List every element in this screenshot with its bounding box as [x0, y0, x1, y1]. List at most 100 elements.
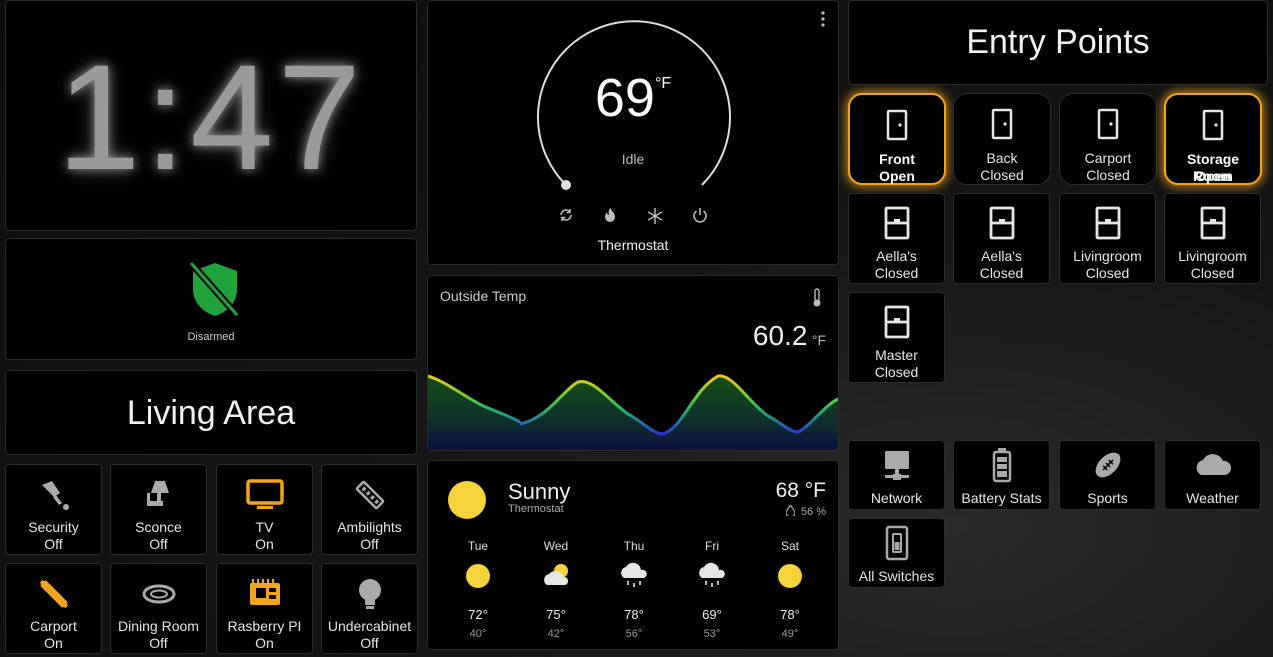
window-state: Closed: [874, 364, 919, 380]
carport-label: Carport: [30, 618, 77, 634]
forecast-day-label: Wed: [543, 539, 569, 553]
master-window-sensor[interactable]: Master Closed: [848, 292, 945, 383]
undercabinet-state: Off: [360, 635, 379, 651]
back-door-sensor[interactable]: Back Closed: [953, 93, 1051, 185]
hvac-mode-icons: [428, 207, 838, 230]
thermostat-action: Idle: [621, 151, 645, 167]
wall-sconce-icon: [111, 477, 206, 511]
door-open-icon: [850, 109, 944, 143]
forecast-low: 42°: [547, 628, 565, 640]
dining-room-light-button[interactable]: Dining Room Off: [110, 563, 207, 654]
window-label: Master: [875, 347, 918, 363]
window-closed-icon: [1165, 206, 1260, 240]
weather-forecast-card[interactable]: Sunny Thermostat 68 °F 56 % Tue 72° 40° …: [427, 460, 839, 650]
sunny-icon: [446, 479, 488, 526]
window-state: Closed: [874, 265, 919, 281]
dining-room-label: Dining Room: [118, 618, 199, 634]
ambilights-state: Off: [360, 536, 379, 552]
security-label: Security: [28, 519, 79, 535]
weather-nav-button[interactable]: Weather: [1164, 440, 1261, 510]
snowy-rainy-icon: [682, 559, 742, 593]
aellas-window-sensor[interactable]: Aella's Closed: [953, 193, 1050, 284]
security-light-button[interactable]: Security Off: [5, 464, 102, 555]
window-state: Closed: [979, 265, 1024, 281]
television-icon: [217, 477, 312, 511]
weather-source: Thermostat: [508, 503, 564, 515]
sunny-icon: [760, 559, 820, 593]
weather-humidity: 56 %: [800, 506, 826, 518]
forecast-day: Sat 78° 49°: [760, 539, 820, 640]
forecast-high: 78°: [780, 607, 800, 622]
spotlight-icon: [6, 477, 101, 511]
football-icon: [1060, 449, 1155, 483]
light-switch-icon: [849, 525, 944, 561]
forecast-day-label: Tue: [467, 539, 489, 553]
front-door-sensor[interactable]: Front Open: [848, 93, 946, 185]
snowy-rainy-icon: [604, 559, 664, 593]
storage-room-door-sensor[interactable]: Storage Room Open: [1164, 93, 1262, 185]
door-label: Front: [879, 151, 915, 167]
cloud-icon: [1165, 449, 1260, 483]
door-label: Back: [986, 150, 1018, 166]
carport-light-button[interactable]: Carport On: [5, 563, 102, 654]
livingroom-window-sensor[interactable]: Livingroom Closed: [1164, 193, 1261, 284]
weather-humidity-row: 56 %: [785, 503, 826, 519]
all-switches-nav-button[interactable]: All Switches: [848, 518, 945, 588]
outside-temp-card[interactable]: Outside Temp 60.2 °F: [427, 275, 839, 451]
carport-state: On: [44, 635, 63, 651]
heat-mode-icon[interactable]: [602, 207, 618, 230]
door-state: Closed: [1086, 167, 1130, 183]
clock-time: 1:47: [57, 33, 365, 201]
heat-cool-mode-icon[interactable]: [558, 207, 574, 230]
raspberry-pi-button[interactable]: Rasberry PI On: [216, 563, 313, 654]
network-icon: [849, 449, 944, 483]
sconce-label: Sconce: [135, 519, 182, 535]
door-label: Carport: [1084, 150, 1132, 166]
cool-mode-icon[interactable]: [646, 207, 664, 230]
ambilights-button[interactable]: Ambilights Off: [321, 464, 418, 555]
thermostat-card[interactable]: 69°F Idle Thermostat: [427, 0, 839, 265]
thermostat-temp-unit: °F: [654, 75, 672, 92]
forecast-high: 69°: [702, 607, 722, 622]
battery-stats-nav-button[interactable]: Battery Stats: [953, 440, 1050, 510]
window-closed-icon: [849, 305, 944, 339]
entry-points-title: Entry Points: [966, 23, 1150, 61]
partly-cloudy-icon: [526, 559, 586, 593]
alarm-panel-card[interactable]: Disarmed: [5, 238, 417, 360]
more-options-icon[interactable]: [820, 11, 826, 32]
window-closed-icon: [849, 206, 944, 240]
weather-label: Weather: [1186, 490, 1239, 506]
undercabinet-light-button[interactable]: Undercabinet Off: [321, 563, 418, 654]
outside-temp-value: 60.2: [752, 320, 808, 351]
entry-points-header: Entry Points: [848, 0, 1268, 85]
thermostat-name: Thermostat: [597, 237, 669, 253]
water-drop-icon: [785, 503, 796, 519]
carport-door-sensor[interactable]: Carport Closed: [1059, 93, 1157, 185]
raspberry-pi-state: On: [255, 635, 274, 651]
living-area-title: Living Area: [126, 394, 296, 432]
forecast-low: 56°: [625, 628, 643, 640]
tv-label: TV: [255, 519, 274, 535]
thermostat-temp-value: 69: [594, 68, 655, 128]
chip-board-icon: [217, 576, 312, 610]
forecast-day: Wed 75° 42°: [526, 539, 586, 640]
window-closed-icon: [954, 206, 1049, 240]
network-label: Network: [870, 490, 923, 506]
forecast-high: 78°: [624, 607, 644, 622]
forecast-low: 40°: [469, 628, 487, 640]
living-area-header: Living Area: [5, 370, 417, 455]
sconce-light-button[interactable]: Sconce Off: [110, 464, 207, 555]
sports-nav-button[interactable]: Sports: [1059, 440, 1156, 510]
livingroom-window-sensor[interactable]: Livingroom Closed: [1059, 193, 1156, 284]
all-switches-label: All Switches: [858, 568, 935, 584]
forecast-day: Tue 72° 40°: [448, 539, 508, 640]
window-label: Livingroom: [1178, 248, 1247, 264]
power-off-icon[interactable]: [692, 207, 708, 230]
forecast-day: Thu 78° 56°: [604, 539, 664, 640]
forecast-day-label: Fri: [705, 539, 719, 553]
network-nav-button[interactable]: Network: [848, 440, 945, 510]
aellas-window-sensor[interactable]: Aella's Closed: [848, 193, 945, 284]
tv-button[interactable]: TV On: [216, 464, 313, 555]
window-state: Closed: [1085, 265, 1130, 281]
outside-temp-reading: 60.2 °F: [753, 320, 826, 352]
